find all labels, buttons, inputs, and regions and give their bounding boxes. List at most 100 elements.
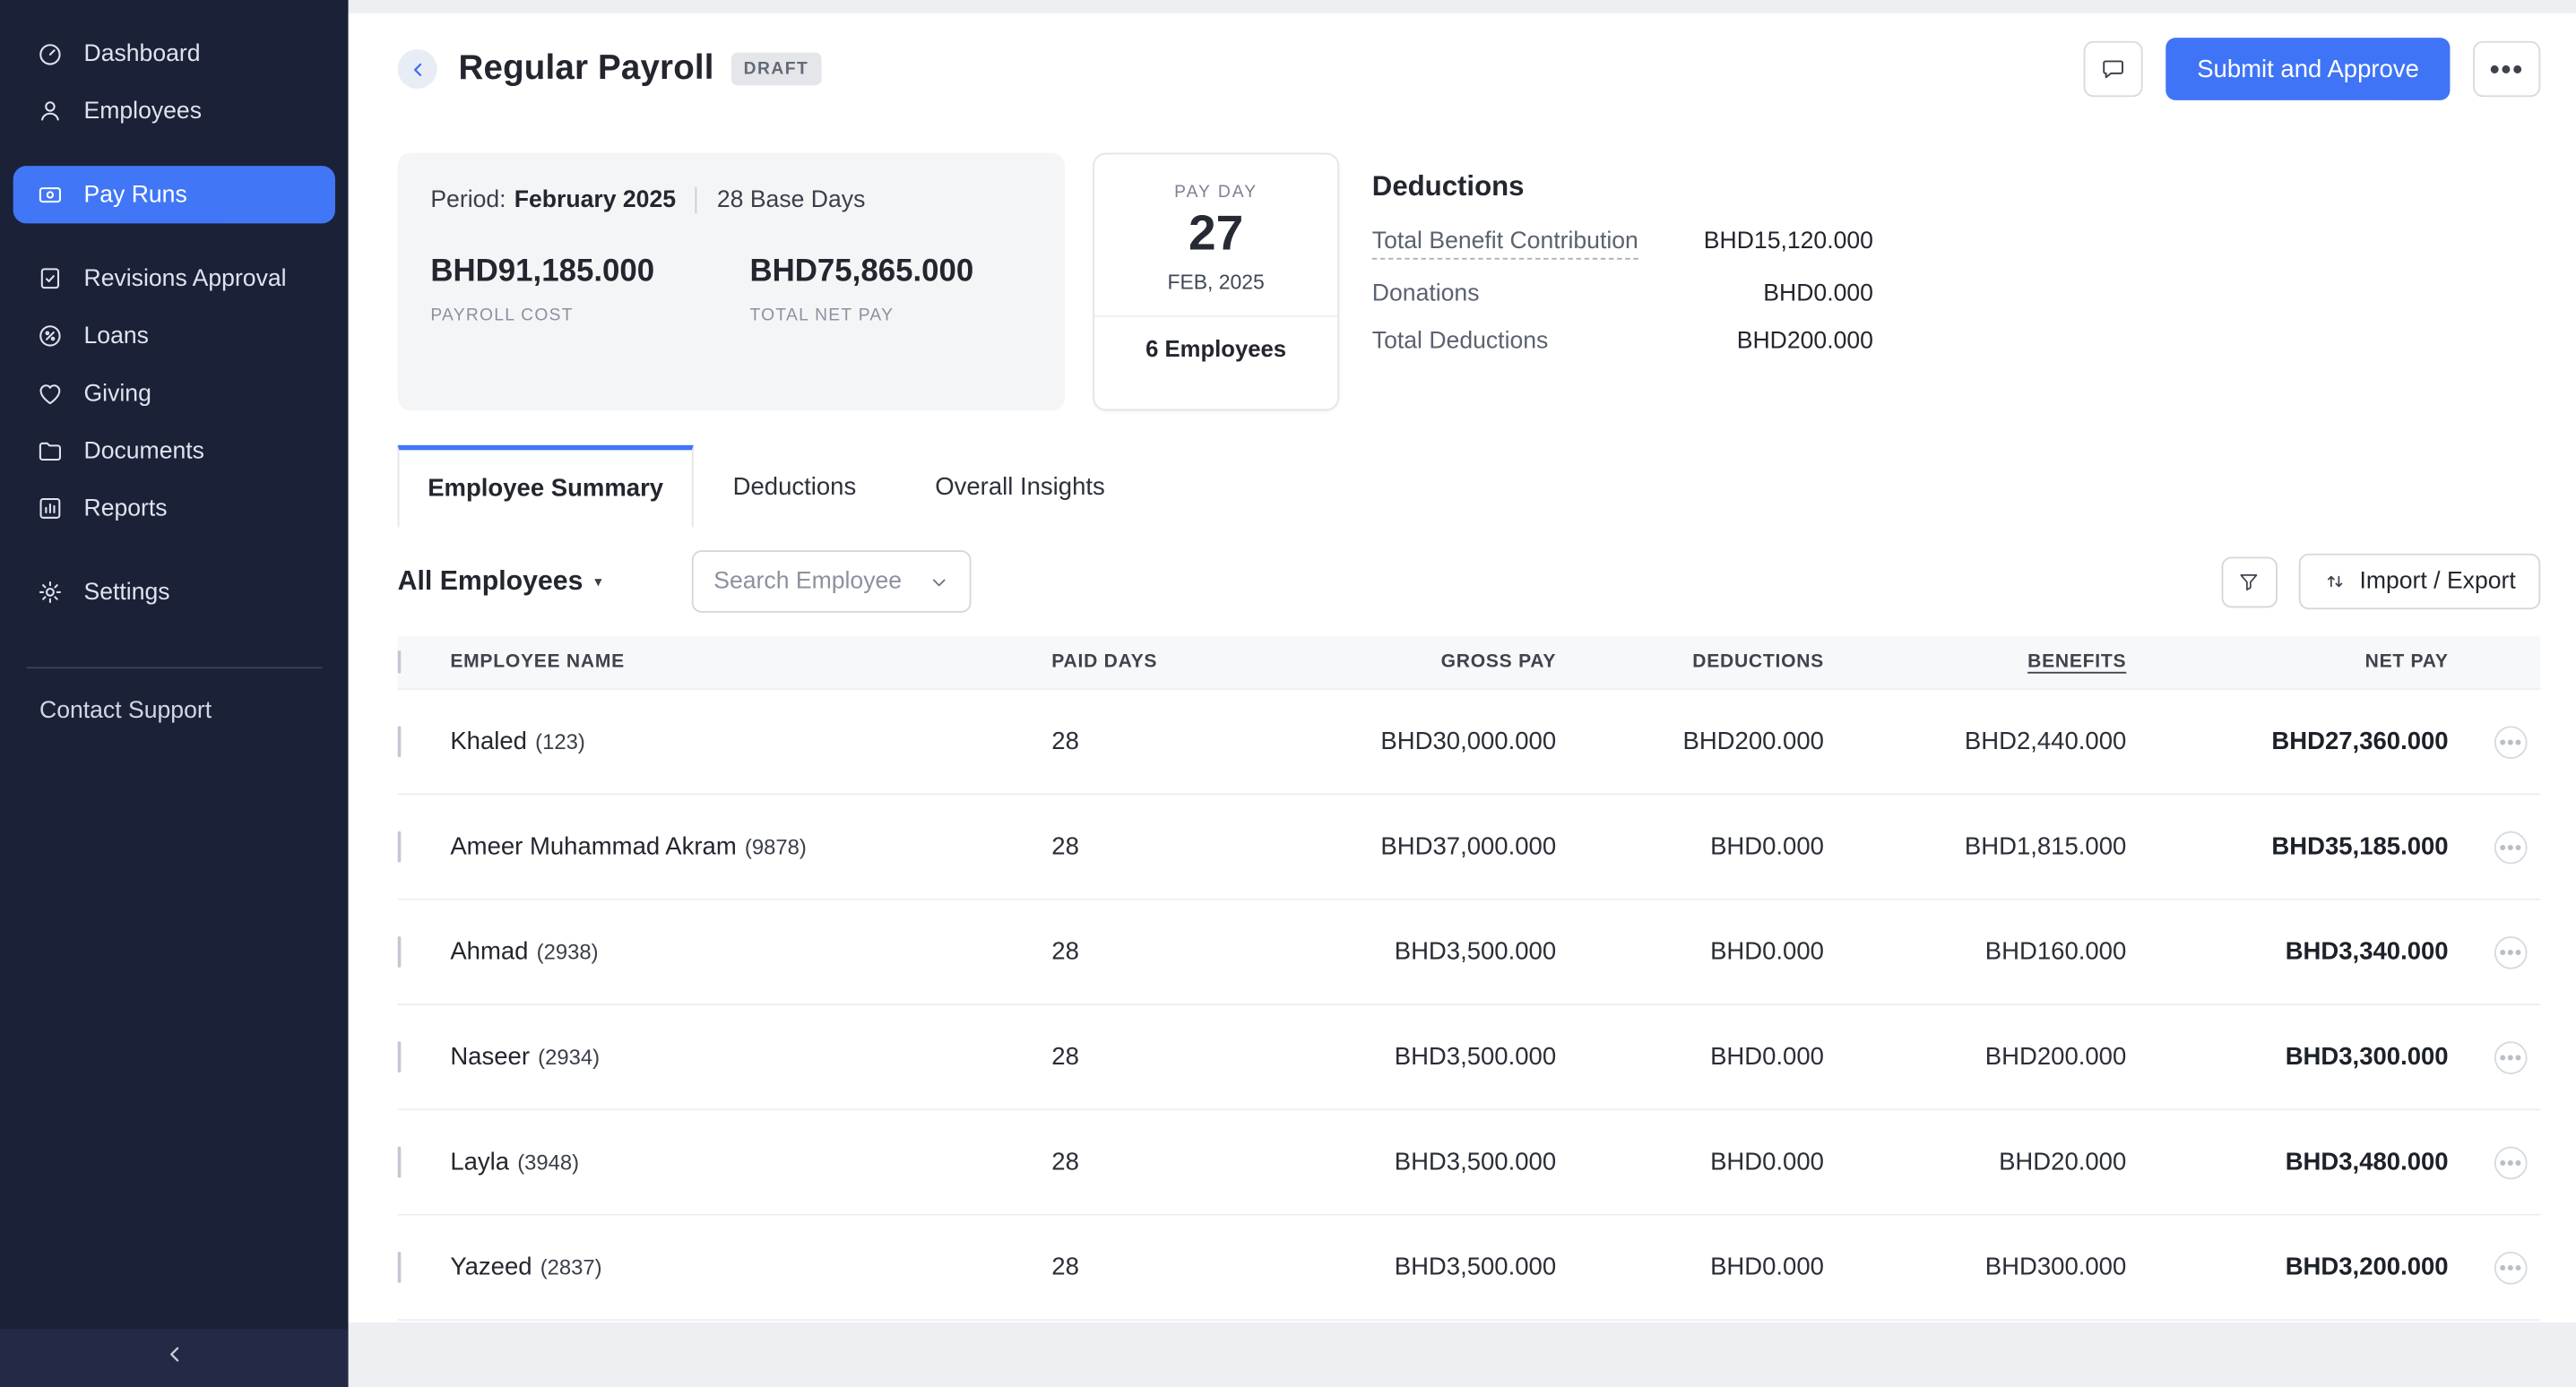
sidebar-item-label: Settings	[83, 579, 169, 605]
sidebar-collapse-button[interactable]	[0, 1329, 349, 1387]
filter-row: All Employees ▾ Search Employee Import /…	[398, 548, 2541, 614]
sidebar-item-pay-runs[interactable]: Pay Runs	[13, 166, 335, 223]
net-pay-cell: BHD3,200.000	[2126, 1253, 2448, 1281]
table-row[interactable]: Layla(3948) 28 BHD3,500.000 BHD0.000 BHD…	[398, 1110, 2541, 1215]
period-summary-card: Period: February 2025 28 Base Days BHD91…	[398, 152, 1065, 410]
col-header-paid-days: PAID DAYS	[1051, 652, 1227, 672]
row-more-button[interactable]: •••	[2494, 1251, 2528, 1284]
deduction-row: Total Deductions BHD200.000	[1372, 329, 1873, 355]
deduction-label: Total Benefit Contribution	[1372, 228, 1638, 260]
total-net-pay-value: BHD75,865.000	[749, 254, 973, 290]
more-options-button[interactable]: •••	[2473, 41, 2540, 97]
deduction-row: Total Benefit Contribution BHD15,120.000	[1372, 228, 1873, 260]
paid-days-cell: 28	[1051, 1148, 1227, 1176]
row-checkbox[interactable]	[398, 936, 402, 968]
row-checkbox[interactable]	[398, 1147, 402, 1178]
page-title: Regular Payroll	[458, 49, 713, 89]
row-checkbox[interactable]	[398, 831, 402, 863]
back-button[interactable]	[398, 49, 437, 89]
row-more-button[interactable]: •••	[2494, 831, 2528, 864]
deduction-row: Donations BHD0.000	[1372, 280, 1873, 306]
col-header-employee-name: EMPLOYEE NAME	[450, 652, 1051, 672]
sidebar-item-revisions-approval[interactable]: Revisions Approval	[13, 250, 335, 307]
sidebar-item-loans[interactable]: Loans	[13, 307, 335, 365]
table-row[interactable]: Yazeed(2837) 28 BHD3,500.000 BHD0.000 BH…	[398, 1216, 2541, 1321]
row-more-button[interactable]: •••	[2494, 935, 2528, 969]
net-pay-cell: BHD3,480.000	[2126, 1148, 2448, 1176]
search-employee-select[interactable]: Search Employee	[692, 550, 972, 613]
tab-deductions[interactable]: Deductions	[694, 445, 896, 528]
chevron-left-icon	[407, 58, 428, 80]
sidebar-item-reports[interactable]: Reports	[13, 479, 335, 537]
row-more-button[interactable]: •••	[2494, 1040, 2528, 1073]
table-row[interactable]: Khaled(123) 28 BHD30,000.000 BHD200.000 …	[398, 690, 2541, 795]
table-row[interactable]: Ahmad(2938) 28 BHD3,500.000 BHD0.000 BHD…	[398, 900, 2541, 1005]
table-header-row: EMPLOYEE NAME PAID DAYS GROSS PAY DEDUCT…	[398, 635, 2541, 689]
sidebar-item-label: Pay Runs	[83, 182, 186, 208]
sidebar-nav: Dashboard Employees Pay Runs Revisions A…	[0, 0, 349, 621]
sidebar-item-label: Reports	[83, 495, 167, 521]
sidebar-item-documents[interactable]: Documents	[13, 422, 335, 479]
deduction-value: BHD15,120.000	[1704, 228, 1873, 254]
sidebar-item-label: Giving	[83, 380, 151, 406]
employee-id: (2938)	[537, 940, 599, 964]
employee-name: Ameer Muhammad Akram	[450, 832, 736, 860]
employee-name: Layla	[450, 1148, 509, 1176]
row-checkbox[interactable]	[398, 1252, 402, 1283]
filter-button[interactable]	[2221, 556, 2277, 607]
summary-section: Period: February 2025 28 Base Days BHD91…	[398, 152, 2541, 410]
app-root: Dashboard Employees Pay Runs Revisions A…	[0, 0, 2576, 1387]
revisions-approval-icon	[36, 264, 64, 292]
benefits-cell: BHD160.000	[1824, 938, 2126, 966]
period-value: February 2025	[514, 187, 676, 213]
contact-support-link[interactable]: Contact Support	[0, 698, 349, 724]
giving-icon	[36, 379, 64, 407]
employee-id: (9878)	[745, 834, 807, 858]
sidebar-item-label: Revisions Approval	[83, 265, 286, 291]
benefits-cell: BHD20.000	[1824, 1148, 2126, 1176]
employee-id: (2934)	[538, 1045, 600, 1069]
sidebar-item-giving[interactable]: Giving	[13, 365, 335, 422]
main-area: Regular Payroll DRAFT Submit and Approve…	[349, 0, 2576, 1387]
row-checkbox[interactable]	[398, 1041, 402, 1073]
employee-name: Yazeed	[450, 1253, 532, 1281]
tab-employee-summary[interactable]: Employee Summary	[398, 445, 694, 528]
sidebar-item-employees[interactable]: Employees	[13, 82, 335, 140]
sidebar-item-settings[interactable]: Settings	[13, 564, 335, 621]
paid-days-cell: 28	[1051, 1253, 1227, 1281]
tab-bar: Employee Summary Deductions Overall Insi…	[398, 445, 2541, 528]
import-export-button[interactable]: Import / Export	[2299, 554, 2541, 609]
sidebar-item-dashboard[interactable]: Dashboard	[13, 24, 335, 82]
employee-count: 6 Employees	[1094, 317, 1337, 380]
total-net-pay-block: BHD75,865.000 TOTAL NET PAY	[749, 254, 973, 325]
comments-button[interactable]	[2084, 41, 2143, 97]
sidebar: Dashboard Employees Pay Runs Revisions A…	[0, 0, 349, 1387]
tab-overall-insights[interactable]: Overall Insights	[895, 445, 1145, 528]
deduction-label: Total Deductions	[1372, 329, 1549, 355]
gross-pay-cell: BHD3,500.000	[1227, 938, 1556, 966]
loans-icon	[36, 322, 64, 349]
paid-days-cell: 28	[1051, 728, 1227, 755]
table-row[interactable]: Ameer Muhammad Akram(9878) 28 BHD37,000.…	[398, 795, 2541, 900]
deductions-cell: BHD0.000	[1556, 1148, 1824, 1176]
summary-amounts: BHD91,185.000 PAYROLL COST BHD75,865.000…	[430, 254, 1032, 325]
benefits-cell: BHD1,815.000	[1824, 832, 2126, 860]
row-checkbox[interactable]	[398, 726, 402, 757]
deduction-value: BHD200.000	[1737, 329, 1873, 355]
employee-id: (3948)	[517, 1150, 579, 1174]
settings-icon	[36, 578, 64, 606]
col-header-net-pay: NET PAY	[2126, 652, 2448, 672]
employee-filter-label: All Employees	[398, 566, 583, 598]
benefits-cell: BHD300.000	[1824, 1253, 2126, 1281]
status-badge: DRAFT	[730, 53, 822, 86]
employee-filter-dropdown[interactable]: All Employees ▾	[398, 566, 602, 598]
ellipsis-icon: •••	[2490, 55, 2524, 82]
submit-approve-button[interactable]: Submit and Approve	[2165, 38, 2450, 100]
table-row[interactable]: Naseer(2934) 28 BHD3,500.000 BHD0.000 BH…	[398, 1005, 2541, 1110]
select-all-checkbox[interactable]	[398, 650, 402, 674]
row-more-button[interactable]: •••	[2494, 725, 2528, 758]
benefits-cell: BHD2,440.000	[1824, 728, 2126, 755]
divider	[696, 187, 697, 213]
net-pay-cell: BHD3,300.000	[2126, 1043, 2448, 1071]
row-more-button[interactable]: •••	[2494, 1146, 2528, 1179]
